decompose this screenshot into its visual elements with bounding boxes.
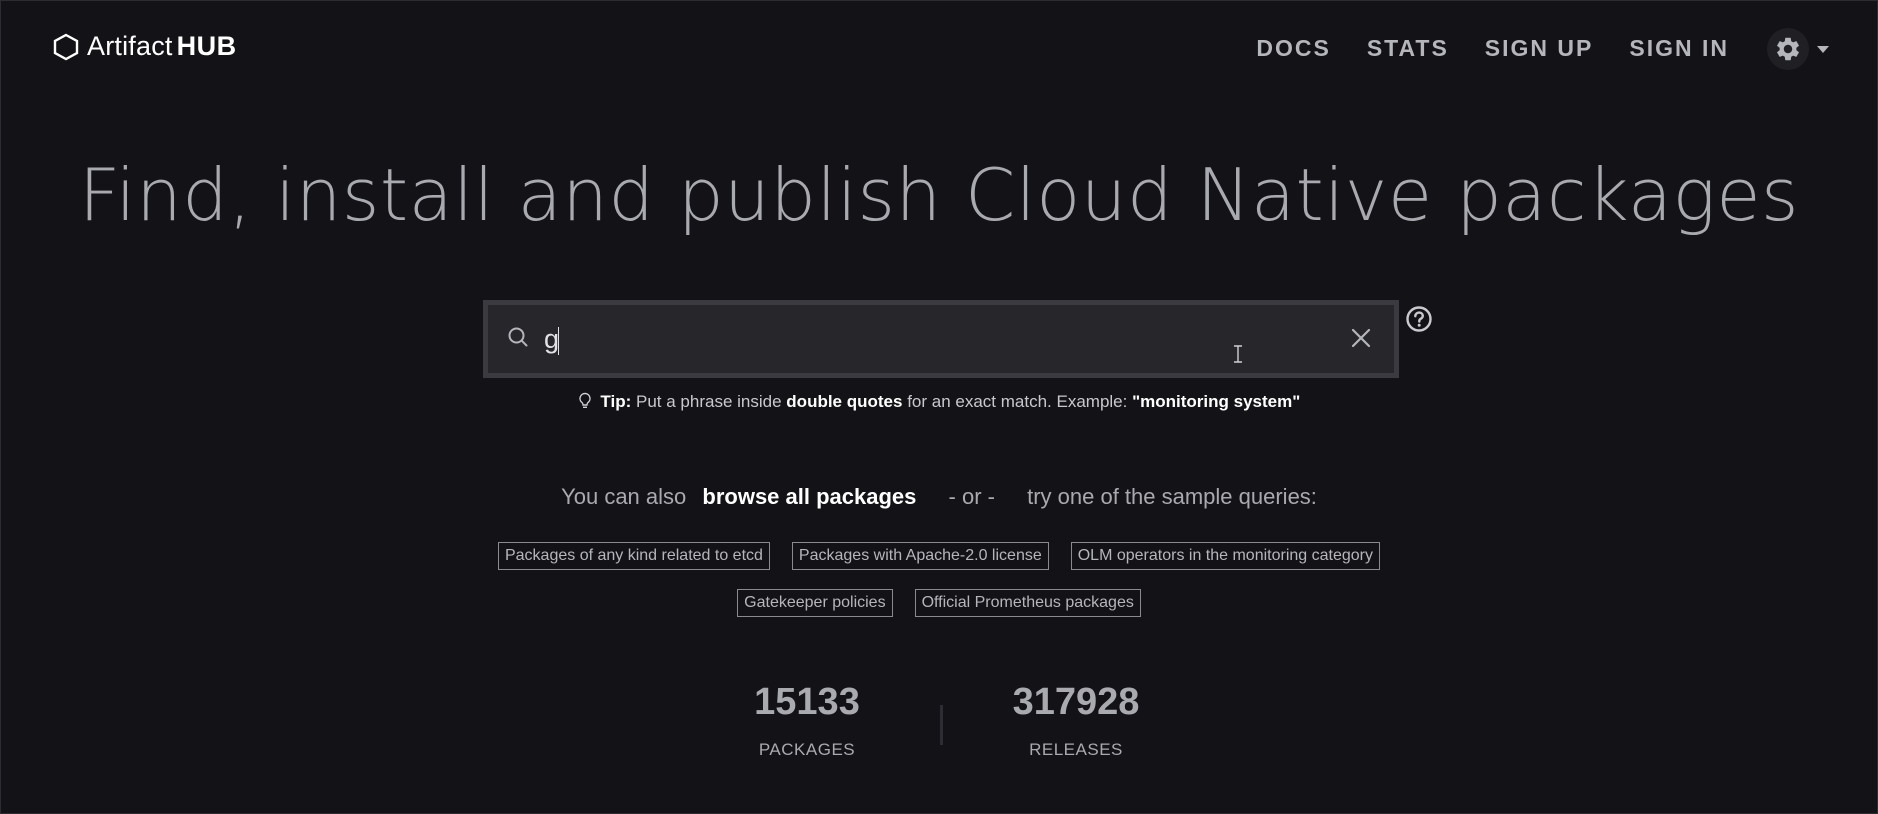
browse-suggestion: You can also browse all packages - or - … xyxy=(1,484,1877,510)
packages-count: 15133 xyxy=(754,681,860,723)
logo-text-bold: HUB xyxy=(176,31,237,61)
stats-divider xyxy=(940,705,943,745)
logo[interactable]: Artifact HUB xyxy=(53,31,237,62)
sample-query-etcd[interactable]: Packages of any kind related to etcd xyxy=(497,542,770,570)
text-cursor xyxy=(558,327,559,355)
sample-queries-row-1: Packages of any kind related to etcd Pac… xyxy=(1,542,1877,570)
mouse-ibeam-cursor-icon xyxy=(1233,345,1243,368)
tip-text-1: Put a phrase inside xyxy=(636,392,782,411)
logo-text: Artifact xyxy=(87,31,173,61)
settings-dropdown-button[interactable] xyxy=(1767,28,1829,70)
search-box xyxy=(483,300,1399,378)
sample-query-prometheus[interactable]: Official Prometheus packages xyxy=(914,589,1141,617)
packages-label: PACKAGES xyxy=(758,740,856,759)
tip-text-2: for an exact match. Example: xyxy=(907,392,1128,411)
releases-count: 317928 xyxy=(1012,681,1140,723)
nav-stats-link[interactable]: STATS xyxy=(1367,35,1449,62)
or-separator: - or - xyxy=(948,484,995,509)
tip-example: "monitoring system" xyxy=(1132,392,1301,411)
gear-icon xyxy=(1767,28,1809,70)
nav-docs-link[interactable]: DOCS xyxy=(1256,35,1330,62)
search-tip: Tip: Put a phrase inside double quotes f… xyxy=(1,392,1877,415)
sample-queries-row-2: Gatekeeper policies Official Prometheus … xyxy=(1,589,1877,617)
clear-search-icon[interactable] xyxy=(1350,327,1372,354)
nav-signin-link[interactable]: SIGN IN xyxy=(1629,35,1729,62)
navbar: Artifact HUB DOCS STATS SIGN UP SIGN IN xyxy=(1,1,1877,97)
releases-stat: 317928 RELEASES xyxy=(1004,681,1148,760)
search-field-container xyxy=(488,305,1394,373)
sample-query-apache-license[interactable]: Packages with Apache-2.0 license xyxy=(791,542,1049,570)
also-prefix: You can also xyxy=(561,484,687,509)
page: Artifact HUB DOCS STATS SIGN UP SIGN IN … xyxy=(0,0,1878,814)
caret-down-icon xyxy=(1817,45,1829,53)
also-suffix: try one of the sample queries: xyxy=(1027,484,1317,509)
releases-label: RELEASES xyxy=(1029,740,1123,759)
search-input[interactable] xyxy=(542,319,1306,359)
nav-links: DOCS STATS SIGN UP SIGN IN xyxy=(1220,35,1729,62)
lightbulb-icon xyxy=(578,392,592,415)
nav-signup-link[interactable]: SIGN UP xyxy=(1485,35,1594,62)
tip-label: Tip: xyxy=(600,392,632,411)
sample-query-gatekeeper[interactable]: Gatekeeper policies xyxy=(737,589,893,617)
question-circle-icon[interactable] xyxy=(1405,305,1433,338)
sample-query-olm-monitoring[interactable]: OLM operators in the monitoring category xyxy=(1070,542,1380,570)
page-title: Find, install and publish Cloud Native p… xyxy=(78,153,1800,237)
tip-bold-text: double quotes xyxy=(786,392,903,411)
packages-stat: 15133 PACKAGES xyxy=(745,681,869,760)
search-icon xyxy=(506,325,530,354)
hexagon-logo-icon xyxy=(53,33,79,60)
browse-all-packages-link[interactable]: browse all packages xyxy=(702,484,916,509)
